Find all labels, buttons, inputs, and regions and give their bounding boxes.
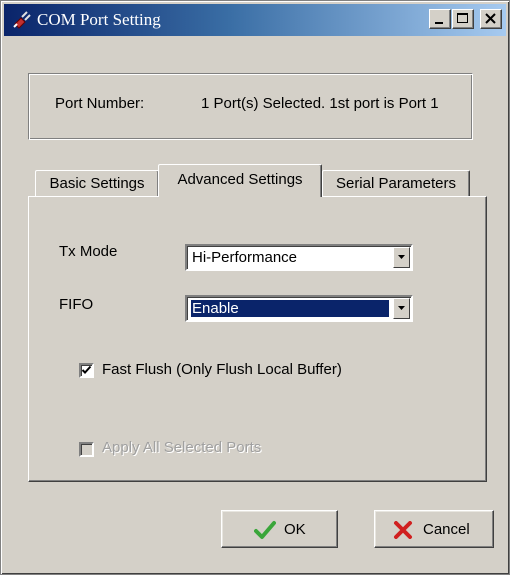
close-icon [485, 13, 496, 24]
chevron-down-icon [398, 255, 405, 259]
fifo-dropdown-button[interactable] [393, 298, 410, 319]
plug-icon [13, 11, 31, 29]
tab-basic-settings[interactable]: Basic Settings [35, 170, 159, 196]
fast-flush-label[interactable]: Fast Flush (Only Flush Local Buffer) [102, 361, 342, 378]
advanced-settings-panel: Tx Mode Hi-Performance FIFO Enable Fast [28, 196, 487, 482]
fifo-select[interactable]: Enable [185, 295, 413, 322]
close-button[interactable] [480, 9, 502, 29]
tab-advanced-settings[interactable]: Advanced Settings [158, 164, 322, 197]
ok-check-icon [254, 521, 276, 539]
apply-all-label: Apply All Selected Ports [102, 439, 262, 456]
tab-serial-parameters[interactable]: Serial Parameters [322, 170, 470, 196]
tx-mode-label: Tx Mode [59, 243, 118, 260]
port-number-group: Port Number: 1 Port(s) Selected. 1st por… [28, 73, 473, 140]
title-bar[interactable]: COM Port Setting [4, 4, 506, 36]
fifo-label: FIFO [59, 296, 94, 313]
port-number-label: Port Number: [55, 95, 145, 112]
cancel-x-icon [394, 521, 412, 539]
ok-button[interactable]: OK [221, 510, 338, 548]
port-number-value: 1 Port(s) Selected. 1st port is Port 1 [201, 95, 439, 112]
fast-flush-checkbox[interactable] [79, 363, 94, 378]
maximize-button[interactable] [452, 9, 474, 29]
tx-mode-dropdown-button[interactable] [393, 247, 410, 268]
minimize-button[interactable] [429, 9, 451, 29]
apply-all-checkbox[interactable] [79, 442, 94, 457]
minimize-icon [435, 22, 443, 24]
cancel-button[interactable]: Cancel [374, 510, 494, 548]
chevron-down-icon [398, 306, 405, 310]
ok-label: OK [284, 521, 306, 538]
checkmark-icon [81, 365, 92, 374]
tx-mode-select[interactable]: Hi-Performance [185, 244, 413, 271]
com-port-setting-dialog: COM Port Setting Port Number: 1 Port(s) … [0, 0, 510, 575]
tx-mode-value: Hi-Performance [192, 249, 298, 266]
window-title: COM Port Setting [37, 10, 161, 29]
fifo-value: Enable [191, 300, 389, 317]
cancel-label: Cancel [423, 521, 470, 538]
maximize-icon [457, 13, 468, 23]
